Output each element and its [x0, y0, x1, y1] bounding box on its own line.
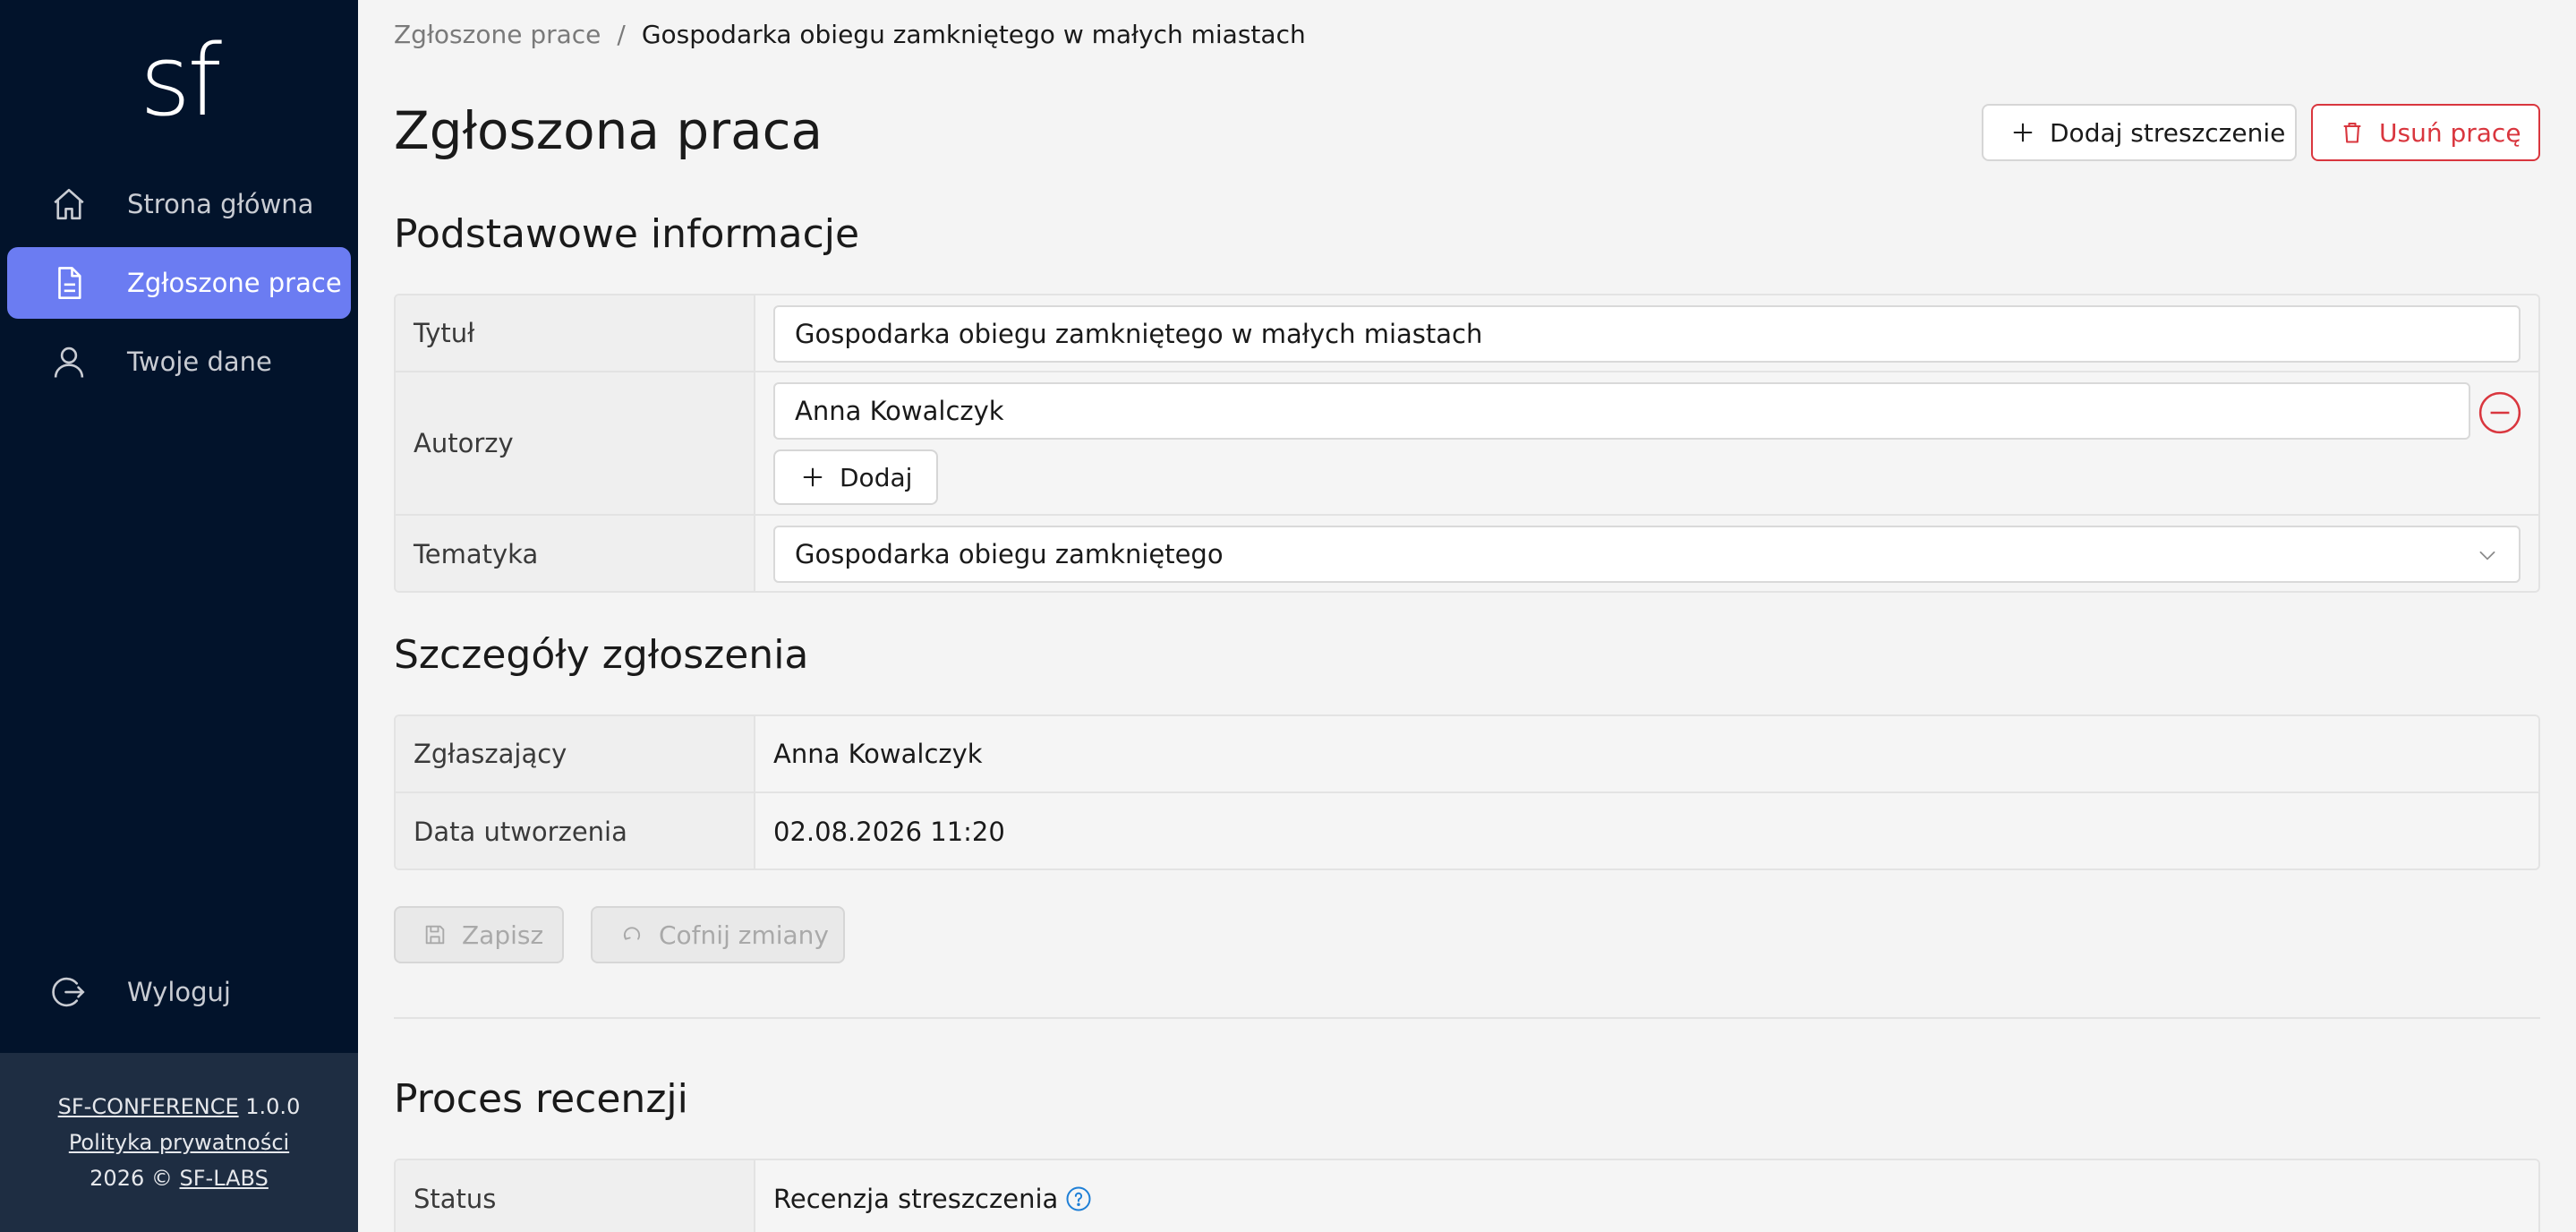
- breadcrumb-parent-link[interactable]: Zgłoszone prace: [394, 20, 601, 49]
- sidebar-item-submitted-works[interactable]: Zgłoszone prace: [7, 247, 351, 319]
- created-date-value: 02.08.2026 11:20: [773, 817, 1005, 847]
- table-row: Tematyka Gospodarka obiegu zamkniętego: [396, 516, 2538, 591]
- delete-work-label: Usuń pracę: [2379, 117, 2521, 148]
- delete-work-button[interactable]: Usuń pracę: [2311, 104, 2540, 161]
- sidebar-item-label: Twoje dane: [127, 346, 272, 377]
- submission-details-table: Zgłaszający Anna Kowalczyk Data utworzen…: [394, 714, 2540, 870]
- logout-label: Wyloguj: [127, 977, 231, 1007]
- topic-selected-value: Gospodarka obiegu zamkniętego: [795, 539, 1224, 569]
- sidebar-item-home[interactable]: Strona główna: [7, 168, 351, 240]
- author-input[interactable]: Anna Kowalczyk: [773, 382, 2470, 440]
- submission-details-title: Szczegóły zgłoszenia: [394, 632, 809, 678]
- title-input[interactable]: Gospodarka obiegu zamkniętego w małych m…: [773, 305, 2521, 363]
- add-summary-label: Dodaj streszczenie: [2050, 117, 2286, 148]
- review-process-table: Status Recenzja streszczenia: [394, 1159, 2540, 1232]
- sidebar-item-label: Strona główna: [127, 189, 314, 219]
- status-value: Recenzja streszczenia: [773, 1184, 1059, 1214]
- sidebar: sf Strona główna Zgłoszone prace Twoje d…: [0, 0, 358, 1232]
- table-row: Autorzy Anna Kowalczyk Dodaj: [396, 372, 2538, 516]
- plus-icon: [800, 465, 825, 490]
- breadcrumb-current: Gospodarka obiegu zamkniętego w małych m…: [641, 20, 1306, 49]
- basic-info-table: Tytuł Gospodarka obiegu zamkniętego w ma…: [394, 294, 2540, 593]
- save-button[interactable]: Zapisz: [394, 906, 564, 963]
- document-icon: [48, 262, 90, 304]
- revert-changes-button[interactable]: Cofnij zmiany: [591, 906, 845, 963]
- table-row: Tytuł Gospodarka obiegu zamkniętego w ma…: [396, 295, 2538, 372]
- privacy-policy-link[interactable]: Polityka prywatności: [69, 1130, 289, 1155]
- created-date-label: Data utworzenia: [396, 793, 755, 868]
- submitter-label: Zgłaszający: [396, 716, 755, 791]
- table-row: Status Recenzja streszczenia: [396, 1160, 2538, 1232]
- trash-icon: [2340, 120, 2365, 145]
- page-title: Zgłoszona praca: [394, 100, 823, 161]
- user-icon: [48, 341, 90, 382]
- authors-label: Autorzy: [396, 372, 755, 514]
- review-process-title: Proces recenzji: [394, 1076, 688, 1122]
- title-label: Tytuł: [396, 295, 755, 371]
- logout-icon: [48, 971, 90, 1013]
- sidebar-item-label: Zgłoszone prace: [127, 268, 342, 298]
- topic-select[interactable]: Gospodarka obiegu zamkniętego: [773, 526, 2521, 583]
- add-author-button[interactable]: Dodaj: [773, 449, 938, 505]
- topic-label: Tematyka: [396, 516, 755, 591]
- status-label: Status: [396, 1160, 755, 1232]
- add-author-label: Dodaj: [840, 462, 913, 492]
- basic-info-title: Podstawowe informacje: [394, 211, 860, 257]
- breadcrumb-separator: /: [617, 20, 626, 49]
- add-summary-button[interactable]: Dodaj streszczenie: [1982, 104, 2297, 161]
- section-divider: [394, 1017, 2540, 1019]
- undo-icon: [619, 922, 644, 947]
- submitter-value: Anna Kowalczyk: [773, 739, 983, 769]
- app-name-link[interactable]: SF-CONFERENCE: [58, 1094, 239, 1119]
- table-row: Data utworzenia 02.08.2026 11:20: [396, 793, 2538, 868]
- logout-button[interactable]: Wyloguj: [7, 956, 351, 1028]
- company-link[interactable]: SF-LABS: [180, 1166, 269, 1191]
- status-value-wrapper: Recenzja streszczenia: [773, 1160, 1092, 1232]
- sidebar-footer: SF-CONFERENCE 1.0.0 Polityka prywatności…: [0, 1053, 358, 1232]
- breadcrumb: Zgłoszone prace / Gospodarka obiegu zamk…: [394, 20, 1306, 49]
- remove-author-icon[interactable]: [2478, 390, 2522, 435]
- app-version: 1.0.0: [245, 1094, 301, 1119]
- copyright-text: 2026 ©: [90, 1166, 173, 1191]
- table-row: Zgłaszający Anna Kowalczyk: [396, 716, 2538, 793]
- home-icon: [48, 184, 90, 225]
- save-icon: [422, 922, 448, 947]
- app-logo[interactable]: sf: [0, 27, 358, 134]
- help-icon[interactable]: [1065, 1185, 1092, 1212]
- save-label: Zapisz: [462, 920, 544, 950]
- chevron-down-icon: [2476, 543, 2499, 567]
- sidebar-item-your-data[interactable]: Twoje dane: [7, 326, 351, 398]
- plus-icon: [2010, 120, 2035, 145]
- revert-changes-label: Cofnij zmiany: [659, 920, 829, 950]
